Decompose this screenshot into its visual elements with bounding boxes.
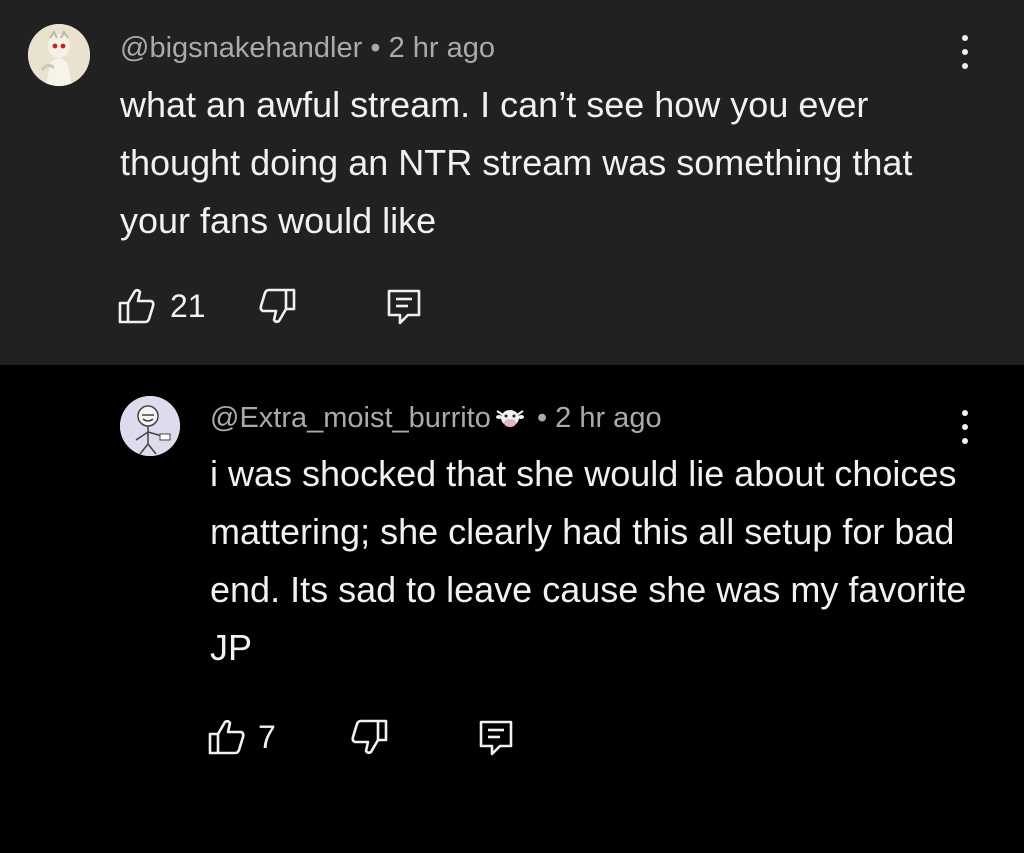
comment-card: @bigsnakehandler • 2 hr ago what an awfu… — [0, 0, 1024, 365]
author-handle[interactable]: @Extra_moist_burrito — [210, 402, 491, 434]
thumbs-down-icon — [259, 288, 296, 324]
comment-time[interactable]: 2 hr ago — [389, 32, 495, 64]
reply-button[interactable] — [386, 286, 426, 326]
meta-separator: • — [370, 32, 381, 64]
thumbs-down-icon — [351, 719, 388, 755]
meta-separator: • — [536, 402, 548, 434]
like-button[interactable] — [208, 717, 248, 757]
more-vert-icon[interactable] — [955, 35, 975, 69]
comment-time[interactable]: 2 hr ago — [555, 402, 661, 434]
like-button[interactable] — [118, 286, 158, 326]
dislike-button[interactable] — [258, 286, 298, 326]
avatar-image — [120, 396, 180, 456]
comment-meta: @Extra_moist_burrito • 2 hr ago — [210, 400, 662, 436]
like-count: 21 — [170, 288, 206, 324]
like-count: 7 — [258, 719, 276, 755]
avatar[interactable] — [28, 24, 90, 86]
avatar-image — [28, 24, 90, 86]
comment-text: what an awful stream. I can’t see how yo… — [120, 84, 913, 241]
reply-button[interactable] — [478, 717, 518, 757]
author-handle[interactable]: @bigsnakehandler — [120, 32, 362, 64]
reply-comment-icon — [387, 289, 421, 325]
cow-member-badge-icon — [495, 410, 524, 427]
avatar[interactable] — [120, 396, 180, 456]
comment-meta: @bigsnakehandler • 2 hr ago — [120, 30, 495, 66]
reply-comment-icon — [479, 720, 513, 756]
dislike-button[interactable] — [350, 717, 390, 757]
comment-text: i was shocked that she would lie about c… — [210, 453, 967, 668]
thumbs-up-icon — [208, 719, 245, 755]
thumbs-up-icon — [118, 288, 155, 324]
more-vert-icon[interactable] — [955, 410, 975, 444]
reply-card: @Extra_moist_burrito • 2 hr ago i was sh… — [0, 365, 1024, 853]
